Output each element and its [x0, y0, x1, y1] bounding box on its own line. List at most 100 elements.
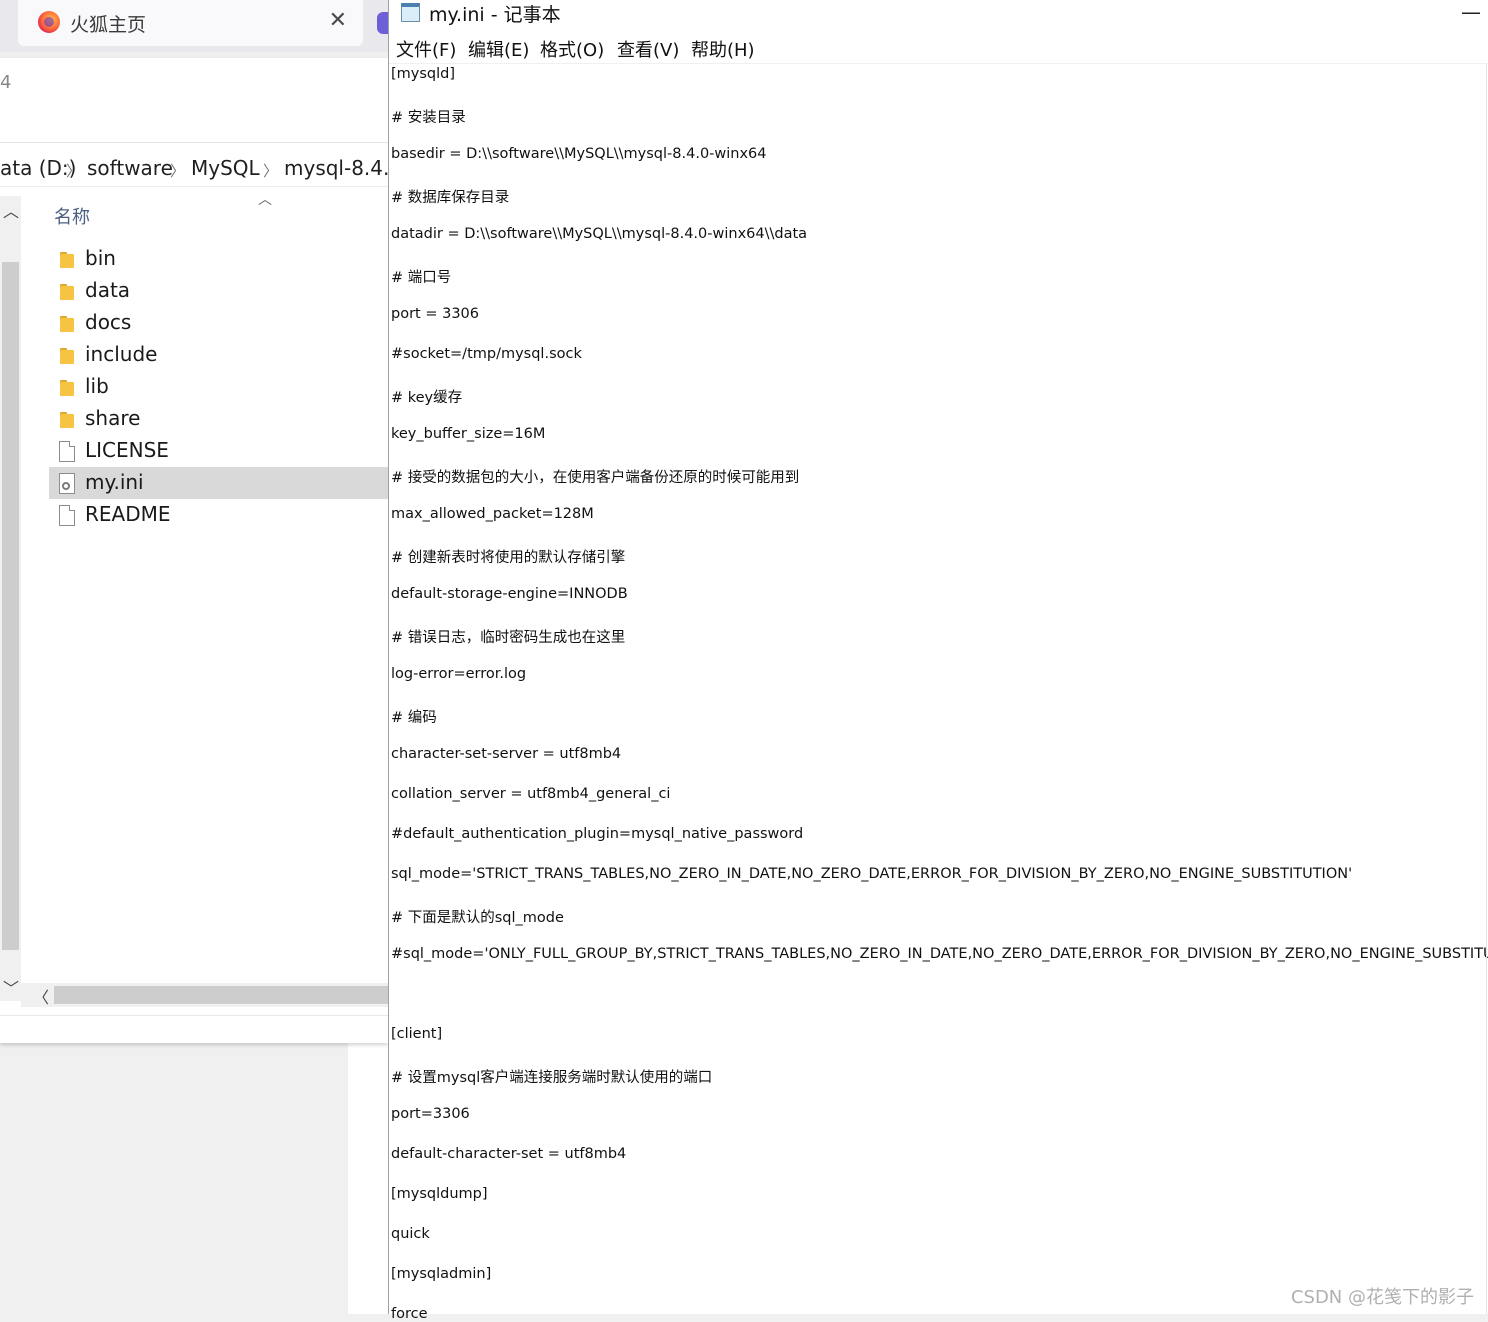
- file-name: share: [85, 406, 141, 430]
- list-item-readme[interactable]: README: [49, 499, 388, 531]
- text-line: [mysqldump]: [391, 1186, 488, 1202]
- text-line: # 接受的数据包的大小，在使用客户端备份还原的时候可能用到: [391, 470, 800, 486]
- window-title: my.ini - 记事本: [429, 4, 561, 26]
- text-line: key_buffer_size=16M: [391, 426, 546, 442]
- text-line: # 安装目录: [391, 110, 466, 126]
- file-name: lib: [85, 374, 109, 398]
- desktop-strip: [348, 1043, 388, 1314]
- text-line: force: [391, 1306, 428, 1322]
- address-divider: [0, 186, 388, 187]
- text-line: # 下面是默认的sql_mode: [391, 910, 564, 926]
- list-item-share[interactable]: share: [49, 403, 388, 435]
- minimize-icon[interactable]: —: [1461, 0, 1481, 24]
- menu-help[interactable]: 帮助(H): [691, 36, 755, 62]
- scrollbar-thumb[interactable]: [2, 262, 19, 950]
- editor-right-edge: [1486, 64, 1487, 1314]
- text-line: default-character-set = utf8mb4: [391, 1146, 627, 1162]
- file-icon: [59, 505, 75, 526]
- breadcrumb-drive[interactable]: ata (D:): [0, 156, 76, 180]
- tab-close-icon[interactable]: ✕: [329, 8, 347, 33]
- firefox-logo-icon: [38, 11, 60, 33]
- list-item-my-ini[interactable]: my.ini: [49, 467, 388, 499]
- file-name: data: [85, 278, 131, 302]
- scroll-down-icon[interactable]: ﹀: [3, 975, 19, 999]
- file-name: include: [85, 342, 158, 366]
- folder-icon: [60, 412, 74, 428]
- folder-icon: [60, 380, 74, 396]
- text-line: # 编码: [391, 710, 437, 726]
- text-line: basedir = D:\\software\\MySQL\\mysql-8.4…: [391, 146, 767, 162]
- file-icon: [59, 441, 75, 462]
- desktop-background: [0, 1043, 348, 1314]
- menu-format[interactable]: 格式(O): [540, 36, 604, 62]
- text-line: # key缓存: [391, 390, 463, 406]
- list-item-data[interactable]: data: [49, 275, 388, 307]
- breadcrumb-mysql[interactable]: MySQL: [191, 156, 260, 180]
- browser-next-tab-icon[interactable]: [377, 12, 388, 34]
- text-line: [mysqld]: [391, 66, 456, 82]
- text-line: #default_authentication_plugin=mysql_nat…: [391, 826, 804, 842]
- ribbon-divider: [0, 142, 388, 143]
- breadcrumb-software[interactable]: software: [87, 156, 173, 180]
- sort-ascending-icon: ︿: [258, 192, 272, 208]
- file-name: LICENSE: [85, 438, 169, 462]
- browser-tab-bar: 火狐主页 ✕: [0, 0, 388, 52]
- list-item-license[interactable]: LICENSE: [49, 435, 388, 467]
- notepad-icon: [401, 3, 420, 22]
- browser-tab-firefox-home[interactable]: 火狐主页 ✕: [18, 0, 363, 46]
- menu-file[interactable]: 文件(F): [396, 36, 456, 62]
- folder-icon: [60, 252, 74, 268]
- notepad-window: my.ini - 记事本 — 文件(F) 编辑(E) 格式(O) 查看(V) 帮…: [388, 0, 1488, 1322]
- text-line: # 端口号: [391, 270, 452, 286]
- text-line: character-set-server = utf8mb4: [391, 746, 622, 762]
- file-name: bin: [85, 246, 116, 270]
- text-line: # 错误日志，临时密码生成也在这里: [391, 630, 626, 646]
- list-item-docs[interactable]: docs: [49, 307, 388, 339]
- text-line: max_allowed_packet=128M: [391, 506, 594, 522]
- scroll-left-icon[interactable]: 〈: [33, 984, 49, 1008]
- text-line: [mysqladmin]: [391, 1266, 492, 1282]
- text-line: log-error=error.log: [391, 666, 527, 682]
- menu-edit[interactable]: 编辑(E): [468, 36, 529, 62]
- folder-icon: [60, 348, 74, 364]
- breadcrumb-mysql-version[interactable]: mysql-8.4.0: [284, 156, 388, 180]
- folder-icon: [60, 284, 74, 300]
- menu-bar: 文件(F) 编辑(E) 格式(O) 查看(V) 帮助(H): [389, 36, 1488, 63]
- text-line: [client]: [391, 1026, 443, 1042]
- watermark: CSDN @花笺下的影子: [1290, 1287, 1474, 1308]
- ribbon-fragment: 4: [0, 72, 12, 93]
- menu-view[interactable]: 查看(V): [617, 36, 679, 62]
- text-line: port=3306: [391, 1106, 470, 1122]
- list-item-include[interactable]: include: [49, 339, 388, 371]
- list-item-bin[interactable]: bin: [49, 243, 388, 275]
- text-line: datadir = D:\\software\\MySQL\\mysql-8.4…: [391, 226, 808, 242]
- list-item-lib[interactable]: lib: [49, 371, 388, 403]
- scrollbar-thumb[interactable]: [54, 986, 388, 1004]
- text-line: sql_mode='STRICT_TRANS_TABLES,NO_ZERO_IN…: [391, 866, 1353, 882]
- text-line: #socket=/tmp/mysql.sock: [391, 346, 582, 362]
- text-line: quick: [391, 1226, 430, 1242]
- breadcrumb: ata (D:) 〉 software 〉 MySQL 〉 mysql-8.4.…: [0, 151, 388, 185]
- text-line: # 创建新表时将使用的默认存储引擎: [391, 550, 626, 566]
- text-line: #sql_mode='ONLY_FULL_GROUP_BY,STRICT_TRA…: [391, 946, 1488, 962]
- scroll-up-icon[interactable]: ︿: [3, 198, 19, 222]
- chevron-right-icon[interactable]: 〉: [66, 160, 81, 181]
- browser-tab-title: 火狐主页: [70, 14, 147, 36]
- file-name: docs: [85, 310, 132, 334]
- file-name: README: [85, 502, 171, 526]
- vertical-scrollbar[interactable]: ︿ ﹀: [0, 196, 21, 1001]
- horizontal-scrollbar[interactable]: 〈: [21, 983, 388, 1007]
- text-line: # 数据库保存目录: [391, 190, 510, 206]
- chevron-right-icon[interactable]: 〉: [170, 160, 185, 181]
- status-bar-divider: [0, 1015, 388, 1016]
- chevron-right-icon[interactable]: 〉: [263, 160, 278, 181]
- file-explorer-window: 4 ata (D:) 〉 software 〉 MySQL 〉 mysql-8.…: [0, 58, 388, 1043]
- settings-file-icon: [59, 473, 75, 494]
- text-line: port = 3306: [391, 306, 479, 322]
- text-line: default-storage-engine=INNODB: [391, 586, 628, 602]
- text-editor-area[interactable]: [mysqld] # 安装目录 basedir = D:\\software\\My…: [391, 66, 1488, 1322]
- text-line: collation_server = utf8mb4_general_ci: [391, 786, 671, 802]
- column-header-name[interactable]: 名称: [54, 203, 90, 229]
- menu-divider: [389, 63, 1488, 64]
- folder-icon: [60, 316, 74, 332]
